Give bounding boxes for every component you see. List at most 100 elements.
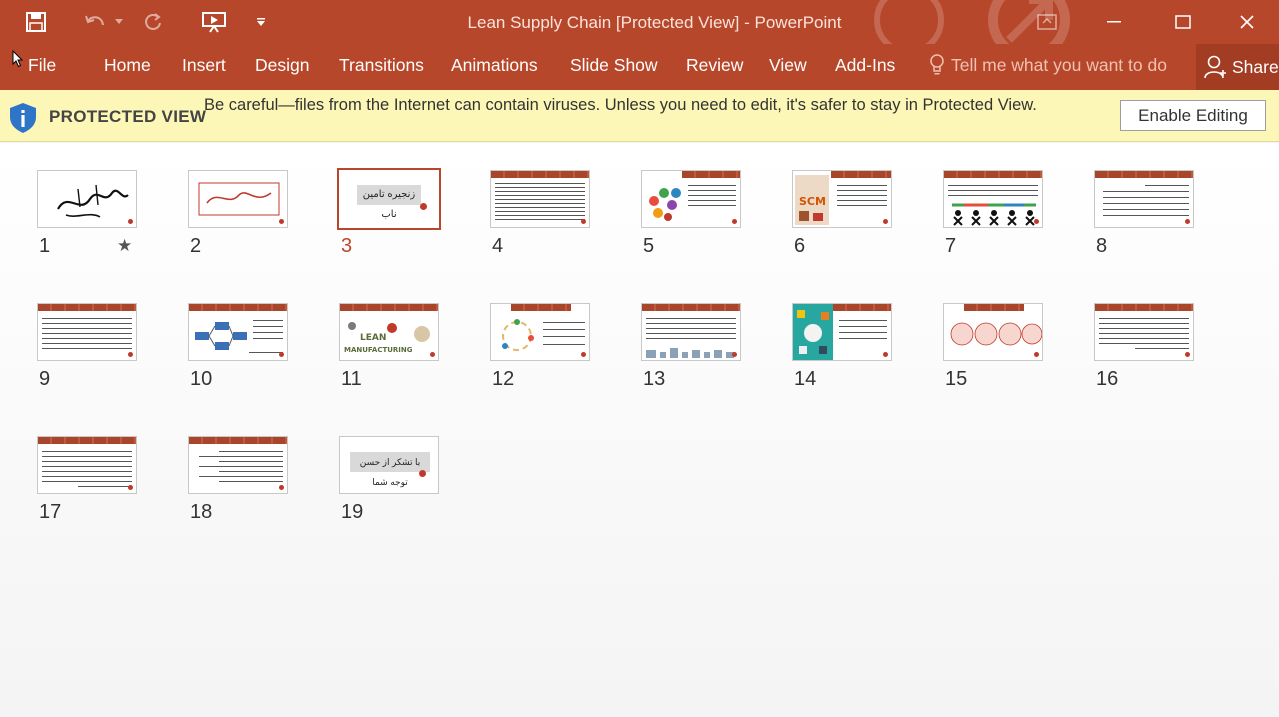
tab-review[interactable]: Review bbox=[686, 55, 743, 76]
minimize-icon[interactable] bbox=[1077, 0, 1151, 44]
slide-header-bar bbox=[38, 304, 136, 311]
slide-logo-icon bbox=[1034, 352, 1039, 357]
slide-preview bbox=[943, 303, 1043, 361]
slide-header-bar bbox=[964, 304, 1024, 311]
slide-number: 11 bbox=[341, 368, 362, 390]
slide-number: 3 bbox=[341, 235, 353, 257]
slide-preview bbox=[37, 436, 137, 494]
slide-number: 4 bbox=[492, 235, 504, 257]
slide-preview bbox=[188, 170, 288, 228]
slide-thumbnail-10[interactable]: 10 bbox=[188, 303, 298, 393]
slide-preview bbox=[1094, 303, 1194, 361]
slide-thumbnail-17[interactable]: 17 bbox=[37, 436, 147, 526]
slide-preview: با تشکر از حسن توجه شما bbox=[339, 436, 439, 494]
ribbon-display-options-icon[interactable] bbox=[1017, 0, 1077, 44]
protected-view-title: PROTECTED VIEW bbox=[49, 107, 207, 126]
animation-star-icon[interactable]: ★ bbox=[117, 236, 132, 256]
slide-thumbnail-9[interactable]: 9 bbox=[37, 303, 147, 393]
slide-preview bbox=[943, 170, 1043, 228]
tell-me-search[interactable]: Tell me what you want to do bbox=[929, 54, 1179, 76]
slide-thumbnail-12[interactable]: 12 bbox=[490, 303, 600, 393]
slide-preview bbox=[188, 436, 288, 494]
slide-preview: زنجیره تامین ناب bbox=[337, 168, 441, 230]
slide-logo-icon bbox=[420, 203, 427, 210]
slide-thumbnail-6[interactable]: SCM 6 bbox=[792, 170, 902, 260]
tab-animations[interactable]: Animations bbox=[451, 55, 538, 76]
slide-logo-icon bbox=[1185, 219, 1190, 224]
slide-thumbnail-5[interactable]: 5 bbox=[641, 170, 751, 260]
slide-number: 1 bbox=[39, 235, 51, 257]
slide-thumbnail-15[interactable]: 15 bbox=[943, 303, 1053, 393]
slide-thumbnail-13[interactable]: 13 bbox=[641, 303, 751, 393]
slide-header-bar bbox=[1095, 171, 1193, 178]
slide-header-bar bbox=[491, 171, 589, 178]
slide-thumbnail-16[interactable]: 16 bbox=[1094, 303, 1204, 393]
svg-text:LEAN: LEAN bbox=[360, 333, 386, 343]
close-icon[interactable] bbox=[1215, 0, 1279, 44]
slide-thumbnail-3[interactable]: زنجیره تامین ناب 3 bbox=[337, 168, 449, 260]
slide-thumbnail-7[interactable]: 7 bbox=[943, 170, 1053, 260]
slide-logo-icon bbox=[419, 470, 426, 477]
slide-logo-icon bbox=[1185, 352, 1190, 357]
slide-thumbnail-14[interactable]: 14 bbox=[792, 303, 902, 393]
slide-logo-icon bbox=[128, 352, 133, 357]
slide-thumbnail-4[interactable]: 4 bbox=[490, 170, 600, 260]
svg-text:SCM: SCM bbox=[799, 195, 826, 208]
slide-logo-icon bbox=[279, 485, 284, 490]
slide-preview bbox=[490, 170, 590, 228]
tab-transitions[interactable]: Transitions bbox=[339, 55, 424, 76]
slide-thumbnail-1[interactable]: 1 ★ bbox=[37, 170, 147, 260]
slide-header-bar bbox=[1095, 304, 1193, 311]
shield-icon bbox=[10, 103, 36, 133]
tab-view[interactable]: View bbox=[769, 55, 807, 76]
slide-number: 16 bbox=[1096, 368, 1119, 390]
ribbon-tabs: File Home Insert Design Transitions Anim… bbox=[0, 44, 1279, 90]
tab-home[interactable]: Home bbox=[104, 55, 151, 76]
slide-number: 8 bbox=[1096, 235, 1108, 257]
slide-header-bar bbox=[833, 304, 891, 311]
slide-title-text: زنجیره تامین ناب bbox=[357, 185, 421, 220]
slide-number: 15 bbox=[945, 368, 968, 390]
person-icon bbox=[1204, 55, 1226, 79]
tab-design[interactable]: Design bbox=[255, 55, 309, 76]
slide-thumbnail-8[interactable]: 8 bbox=[1094, 170, 1204, 260]
slide-thumbnail-18[interactable]: 18 bbox=[188, 436, 298, 526]
slide-number: 7 bbox=[945, 235, 957, 257]
slide-number: 14 bbox=[794, 368, 817, 390]
protected-view-message: Be careful—files from the Internet can c… bbox=[204, 96, 1037, 114]
slide-header-bar bbox=[831, 171, 891, 178]
slide-logo-icon bbox=[883, 219, 888, 224]
slide-preview bbox=[37, 303, 137, 361]
slide-preview bbox=[37, 170, 137, 228]
mouse-cursor-icon bbox=[12, 50, 24, 68]
share-button[interactable]: Share bbox=[1196, 44, 1279, 90]
slide-thumbnail-19[interactable]: با تشکر از حسن توجه شما 19 bbox=[339, 436, 449, 526]
slide-thumbnail-2[interactable]: 2 bbox=[188, 170, 298, 260]
slide-header-bar bbox=[944, 171, 1042, 178]
slide-thumbnail-11[interactable]: LEAN MANUFACTURING 11 bbox=[339, 303, 449, 393]
slide-preview bbox=[641, 170, 741, 228]
protected-view-bar: PROTECTED VIEW Be careful—files from the… bbox=[0, 90, 1279, 142]
slide-number: 13 bbox=[643, 368, 666, 390]
enable-editing-button[interactable]: Enable Editing bbox=[1120, 100, 1266, 131]
slide-header-bar bbox=[38, 437, 136, 444]
maximize-icon[interactable] bbox=[1151, 0, 1215, 44]
slide-logo-icon bbox=[128, 219, 133, 224]
tab-file[interactable]: File bbox=[28, 55, 56, 76]
slide-number: 6 bbox=[794, 235, 806, 257]
slide-logo-icon bbox=[128, 485, 133, 490]
slide-header-bar bbox=[189, 437, 287, 444]
slide-number: 17 bbox=[39, 501, 62, 523]
slide-header-bar bbox=[189, 304, 287, 311]
tab-insert[interactable]: Insert bbox=[182, 55, 226, 76]
tab-slide-show[interactable]: Slide Show bbox=[570, 55, 658, 76]
slide-logo-icon bbox=[732, 352, 737, 357]
window-controls bbox=[1017, 0, 1279, 44]
slide-number: 12 bbox=[492, 368, 515, 390]
tab-add-ins[interactable]: Add-Ins bbox=[835, 55, 895, 76]
slide-number: 18 bbox=[190, 501, 213, 523]
slide-preview: LEAN MANUFACTURING bbox=[339, 303, 439, 361]
slide-title-text: با تشکر از حسن توجه شما bbox=[350, 452, 430, 487]
slide-logo-icon bbox=[279, 219, 284, 224]
slide-preview bbox=[1094, 170, 1194, 228]
